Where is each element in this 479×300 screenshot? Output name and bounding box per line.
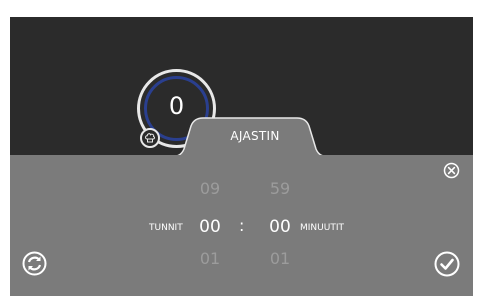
- hours-next[interactable]: 01: [190, 249, 230, 268]
- appliance-screen: 0 AJASTIN 09 00 01 TUNNIT : 59 00 01 MIN…: [10, 17, 473, 296]
- close-icon[interactable]: [443, 162, 460, 183]
- chef-hat-icon: [140, 128, 160, 148]
- tab-title: AJASTIN: [230, 129, 280, 143]
- minutes-current[interactable]: 00: [260, 217, 300, 237]
- hours-current[interactable]: 00: [190, 217, 230, 237]
- hours-label: TUNNIT: [149, 223, 183, 233]
- refresh-icon[interactable]: [22, 251, 47, 280]
- timer-panel: 09 00 01 TUNNIT : 59 00 01 MINUUTIT: [10, 155, 473, 296]
- minutes-next[interactable]: 01: [260, 249, 300, 268]
- time-separator: :: [239, 216, 245, 235]
- checkmark-icon[interactable]: [434, 251, 460, 281]
- minutes-prev[interactable]: 59: [260, 179, 300, 198]
- minutes-label: MINUUTIT: [300, 223, 344, 233]
- hours-prev[interactable]: 09: [190, 179, 230, 198]
